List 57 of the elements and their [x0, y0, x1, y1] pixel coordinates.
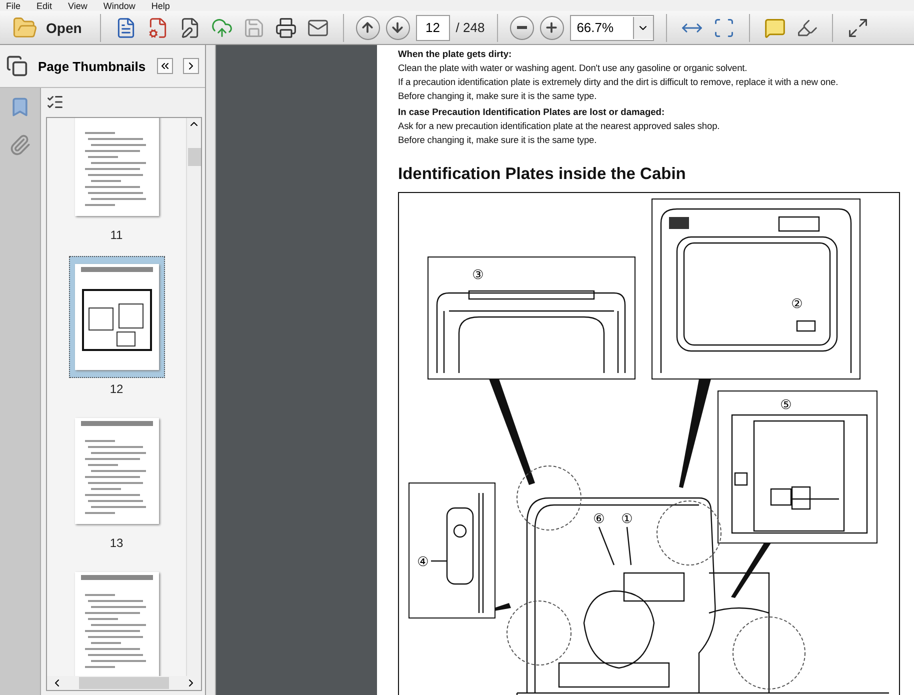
zoom-field[interactable]: 66.7% — [570, 14, 654, 40]
dropdown-button[interactable] — [632, 16, 653, 38]
page-thumbnail[interactable] — [74, 118, 158, 216]
menu-item[interactable]: Help — [151, 0, 170, 10]
page-thumbnail[interactable] — [74, 572, 158, 676]
menu-item[interactable]: Window — [103, 0, 136, 10]
folder-icon — [12, 14, 38, 40]
scroll-thumb[interactable] — [188, 148, 200, 166]
scroll-thumb[interactable] — [79, 677, 169, 689]
cloud-upload-icon[interactable] — [210, 16, 233, 38]
arrow-down-icon — [390, 20, 406, 35]
callout-number: ④ — [417, 555, 429, 570]
paragraph-text: If a precaution identification plate is extremely dirty and the dirt is difficult to remove, replace it with a new one. — [398, 76, 840, 89]
pages-icon[interactable] — [6, 55, 28, 77]
menu-item[interactable]: File — [6, 0, 21, 10]
next-page-button[interactable] — [386, 16, 410, 40]
expand-button[interactable] — [183, 58, 199, 74]
plus-icon — [544, 20, 560, 35]
page-number-field[interactable]: 12 — [416, 14, 450, 40]
page-label: 12 — [110, 382, 124, 396]
menu-item[interactable]: Edit — [36, 0, 52, 10]
print-icon[interactable] — [274, 16, 297, 38]
paragraph-text: Before changing it, make sure it is the same type. — [398, 134, 598, 147]
double-chevron-icon — [159, 60, 171, 72]
callout-number: ⑥ — [593, 512, 605, 527]
menu-item[interactable]: View — [68, 0, 88, 10]
callout-number: ① — [621, 512, 633, 527]
document-gear-icon[interactable] — [146, 16, 169, 38]
paragraph-text: Before changing it, make sure it is the same type. — [398, 90, 598, 103]
page-label: 13 — [110, 536, 124, 550]
full-screen-icon[interactable] — [846, 16, 869, 38]
page-thumbnail[interactable] — [74, 264, 158, 370]
zoom-in-button[interactable] — [540, 16, 564, 40]
options-icon[interactable] — [46, 93, 64, 111]
comment-icon[interactable] — [764, 16, 786, 38]
panel-title: Page Thumbnails — [38, 58, 147, 74]
vertical-scrollbar[interactable] — [186, 118, 201, 676]
callout-number: ② — [791, 297, 803, 312]
callout-number: ③ — [472, 268, 484, 283]
page-label: 11 — [110, 228, 123, 242]
minus-icon — [516, 26, 527, 29]
paragraph-heading: When the plate gets dirty: — [398, 48, 513, 61]
callout-number: ⑤ — [780, 398, 792, 413]
paperclip-icon[interactable] — [9, 134, 31, 156]
collapse-button[interactable] — [157, 58, 173, 74]
paragraph-text: Ask for a new precaution identification plate at the nearest approved sales shop. — [398, 120, 721, 133]
previous-page-button[interactable] — [356, 16, 380, 40]
horizontal-scrollbar[interactable] — [47, 676, 201, 690]
page-thumbnail[interactable] — [74, 418, 158, 524]
section-title: Identification Plates inside the Cabin — [398, 165, 687, 184]
fit-page-icon[interactable] — [712, 16, 735, 38]
paragraph-heading: In case Precaution Identification Plates are lost or damaged: — [398, 106, 666, 119]
thumbnail-selection[interactable] — [68, 256, 164, 378]
open-button[interactable]: Open — [6, 12, 88, 42]
page-count: / 248 — [456, 20, 485, 35]
zoom-out-button[interactable] — [510, 16, 534, 40]
paragraph-text: Clean the plate with water or washing agent. Don't use any gasoline or organic solvent. — [398, 62, 748, 75]
